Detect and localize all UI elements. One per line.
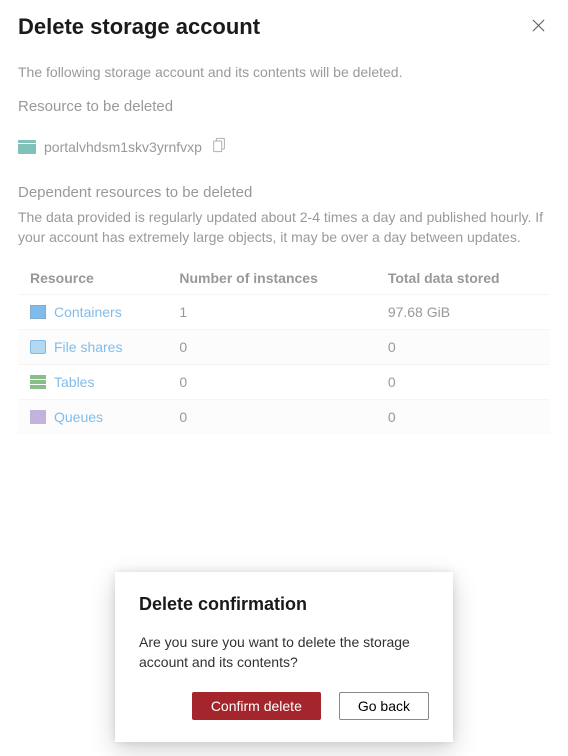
modal-title: Delete confirmation (139, 594, 429, 615)
confirm-delete-button[interactable]: Confirm delete (192, 692, 321, 720)
page-title: Delete storage account (18, 14, 260, 40)
go-back-button[interactable]: Go back (339, 692, 429, 720)
modal-actions: Confirm delete Go back (139, 692, 429, 720)
panel-header: Delete storage account (0, 0, 568, 58)
confirmation-modal: Delete confirmation Are you sure you wan… (115, 572, 453, 742)
modal-body-text: Are you sure you want to delete the stor… (139, 633, 429, 672)
close-icon (531, 18, 546, 33)
close-button[interactable] (527, 14, 550, 40)
